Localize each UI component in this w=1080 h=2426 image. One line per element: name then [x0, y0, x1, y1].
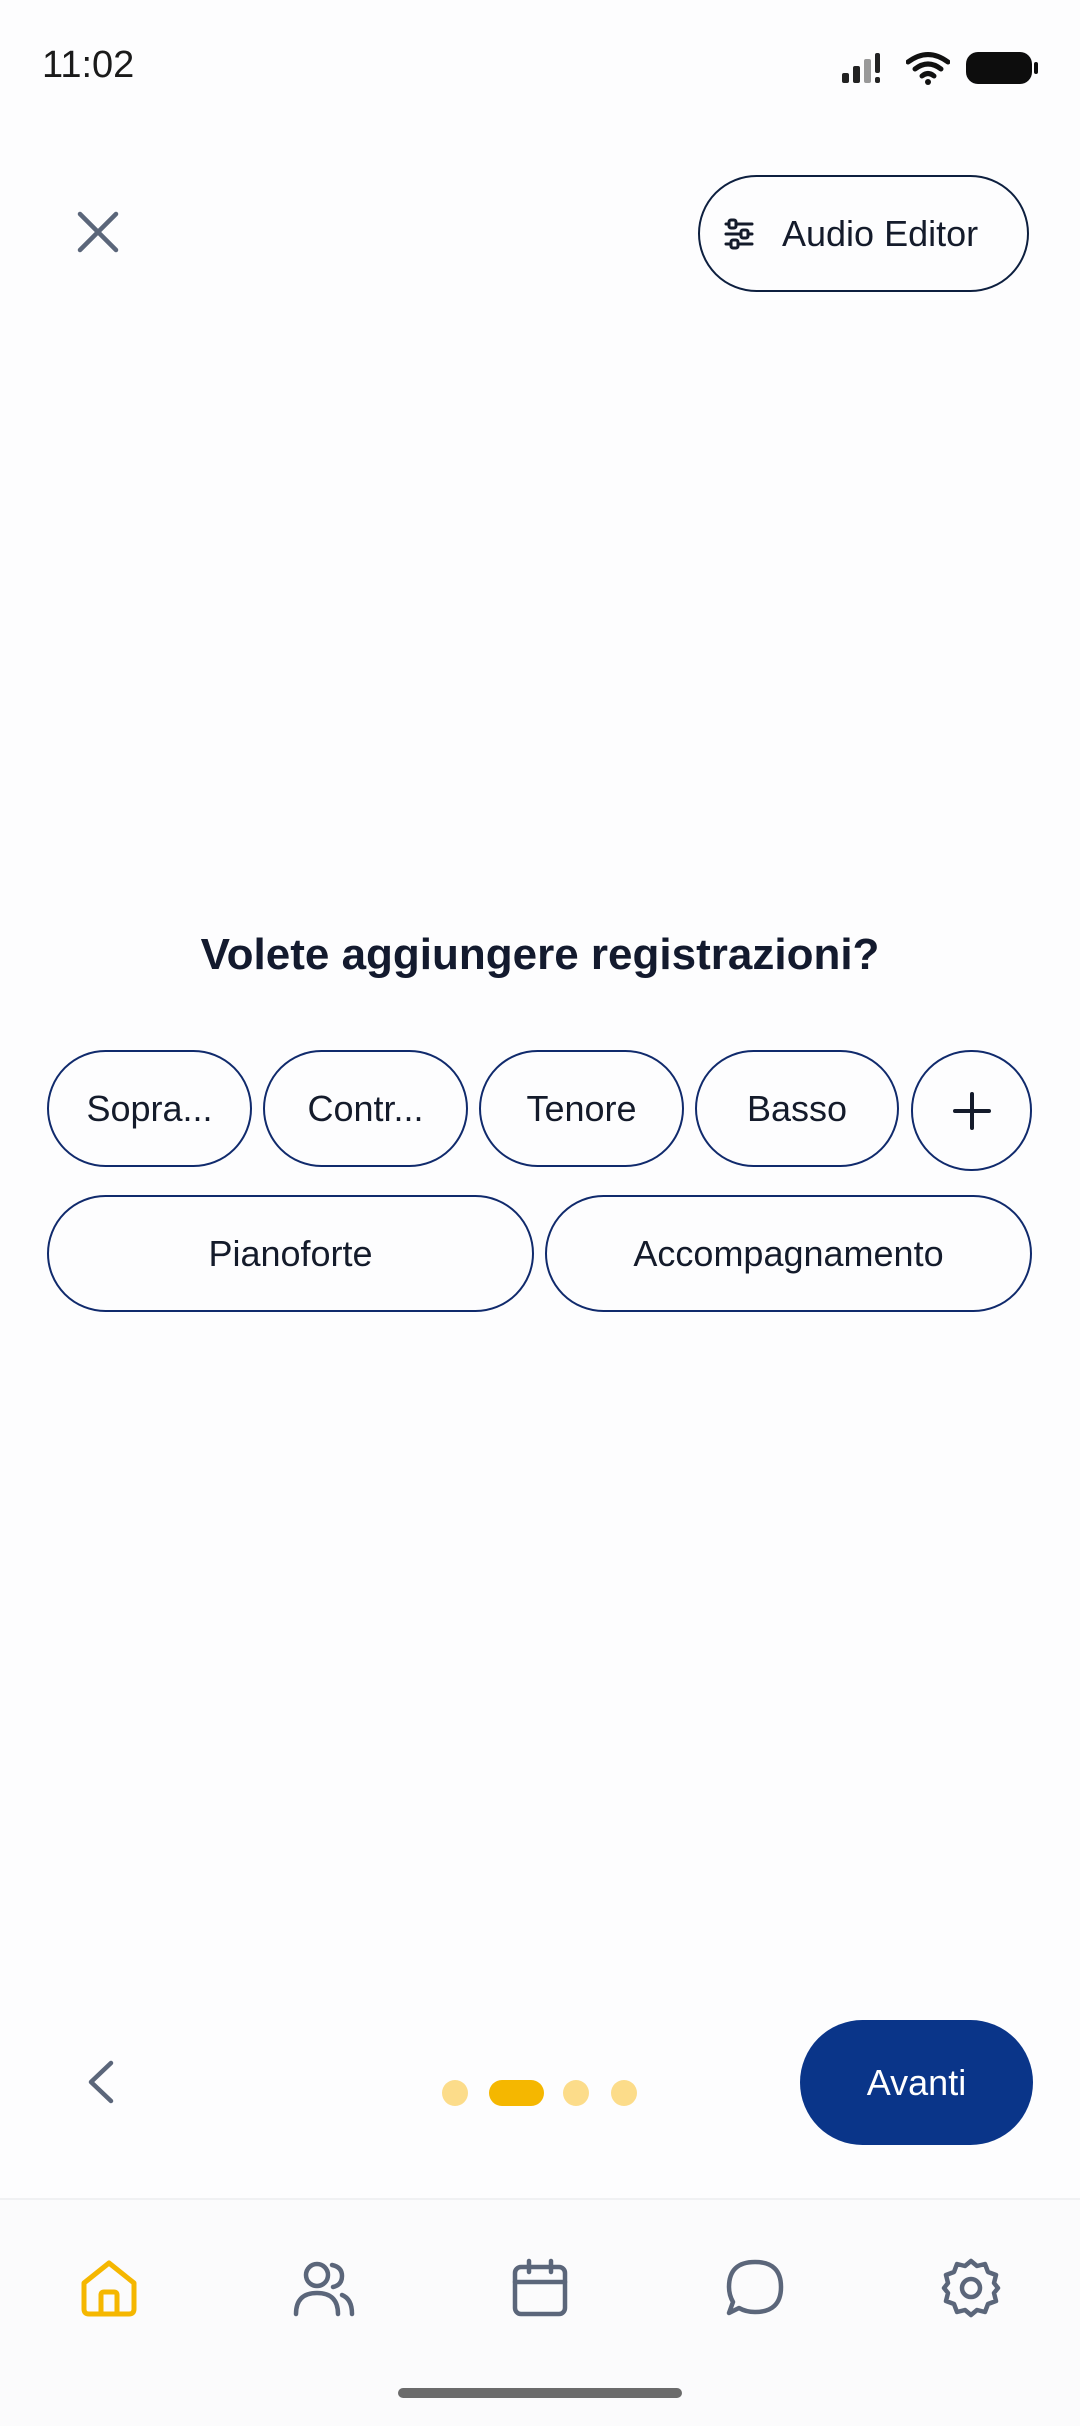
chevron-left-icon: [88, 2060, 114, 2104]
close-button[interactable]: [64, 198, 132, 266]
chip-pianoforte[interactable]: Pianoforte: [47, 1195, 534, 1312]
chip-basso[interactable]: Basso: [695, 1050, 899, 1167]
audio-editor-button[interactable]: Audio Editor: [698, 175, 1029, 292]
pager-dot-active: [489, 2080, 544, 2106]
back-button[interactable]: [70, 2050, 130, 2114]
next-button[interactable]: Avanti: [800, 2020, 1033, 2145]
home-indicator[interactable]: [398, 2388, 682, 2398]
battery-icon: [966, 52, 1038, 84]
pager-dot: [442, 2080, 468, 2106]
close-icon: [77, 211, 119, 253]
wifi-icon: [906, 52, 950, 85]
signal-icon: [842, 53, 880, 83]
sliders-icon: [724, 218, 754, 249]
nav-people[interactable]: [284, 2248, 364, 2328]
nav-messages[interactable]: [715, 2248, 795, 2328]
add-chip-button[interactable]: [911, 1050, 1032, 1171]
chip-tenore[interactable]: Tenore: [479, 1050, 684, 1167]
chip-accompagnamento[interactable]: Accompagnamento: [545, 1195, 1032, 1312]
audio-editor-label: Audio Editor: [782, 212, 979, 254]
calendar-icon: [512, 2258, 568, 2317]
nav-home[interactable]: [69, 2248, 149, 2328]
chip-soprano[interactable]: Sopra...: [47, 1050, 252, 1167]
nav-calendar[interactable]: [500, 2248, 580, 2328]
status-icons: [840, 50, 1040, 86]
nav-settings[interactable]: [931, 2248, 1011, 2328]
page-title: Volete aggiungere registrazioni?: [200, 930, 880, 979]
chip-contralto[interactable]: Contr...: [263, 1050, 468, 1167]
pager-dot: [611, 2080, 637, 2106]
pager-dot: [563, 2080, 589, 2106]
chat-icon: [726, 2259, 784, 2316]
plus-icon: [952, 1091, 991, 1130]
home-icon: [81, 2260, 137, 2317]
gear-icon: [941, 2258, 1001, 2318]
status-time: 11:02: [42, 44, 135, 86]
users-icon: [293, 2261, 355, 2317]
